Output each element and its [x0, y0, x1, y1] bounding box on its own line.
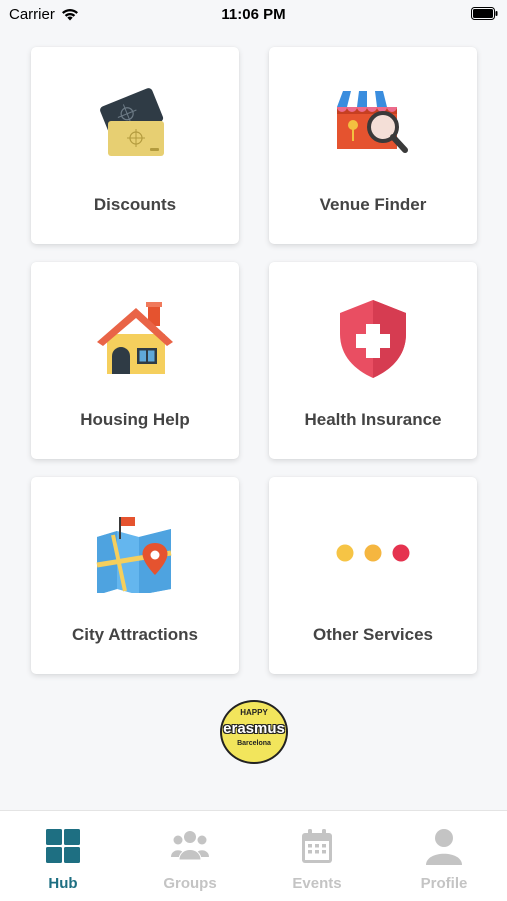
groups-icon	[171, 831, 209, 861]
other-services-card[interactable]: Other Services	[269, 477, 477, 674]
tab-bar: Hub Groups Events Profile	[0, 810, 507, 901]
happy-erasmus-logo: HAPPY erasmus Barcelona	[220, 700, 288, 764]
housing-help-label: Housing Help	[80, 410, 190, 429]
venue-finder-card[interactable]: Venue Finder	[269, 47, 477, 244]
health-insurance-card[interactable]: Health Insurance	[269, 262, 477, 459]
housing-help-card[interactable]: Housing Help	[31, 262, 239, 459]
hub-grid-icon	[46, 829, 80, 863]
logo-line-2: erasmus	[223, 720, 285, 737]
more-dots-icon	[336, 544, 410, 562]
venue-finder-label: Venue Finder	[319, 195, 427, 214]
logo-line-1: HAPPY	[240, 708, 268, 717]
tab-groups-label: Groups	[163, 875, 217, 892]
battery-icon	[471, 7, 498, 20]
map-pin-icon	[96, 517, 172, 593]
shield-cross-icon	[340, 300, 406, 378]
discounts-card[interactable]: Discounts	[31, 47, 239, 244]
tab-events[interactable]: Events	[254, 811, 380, 901]
logo-line-3: Barcelona	[237, 740, 271, 747]
tab-hub[interactable]: Hub	[0, 811, 126, 901]
hub-grid: Discounts Venue Finder Housing Help Heal…	[31, 47, 477, 674]
calendar-icon	[302, 829, 332, 863]
health-insurance-label: Health Insurance	[304, 410, 442, 429]
discount-cards-icon	[100, 88, 164, 156]
city-attractions-card[interactable]: City Attractions	[31, 477, 239, 674]
venue-search-icon	[337, 91, 408, 153]
status-time: 11:06 PM	[221, 6, 286, 23]
other-services-label: Other Services	[312, 625, 433, 644]
tab-events-label: Events	[292, 875, 342, 892]
discounts-label: Discounts	[93, 195, 177, 214]
city-attractions-label: City Attractions	[72, 625, 198, 644]
tab-profile[interactable]: Profile	[381, 811, 507, 901]
house-icon	[97, 302, 173, 374]
tab-hub-label: Hub	[48, 875, 78, 892]
tab-groups[interactable]: Groups	[127, 811, 253, 901]
tab-profile-label: Profile	[420, 875, 468, 892]
status-bar: Carrier 11:06 PM	[0, 0, 507, 30]
profile-icon	[426, 829, 462, 865]
